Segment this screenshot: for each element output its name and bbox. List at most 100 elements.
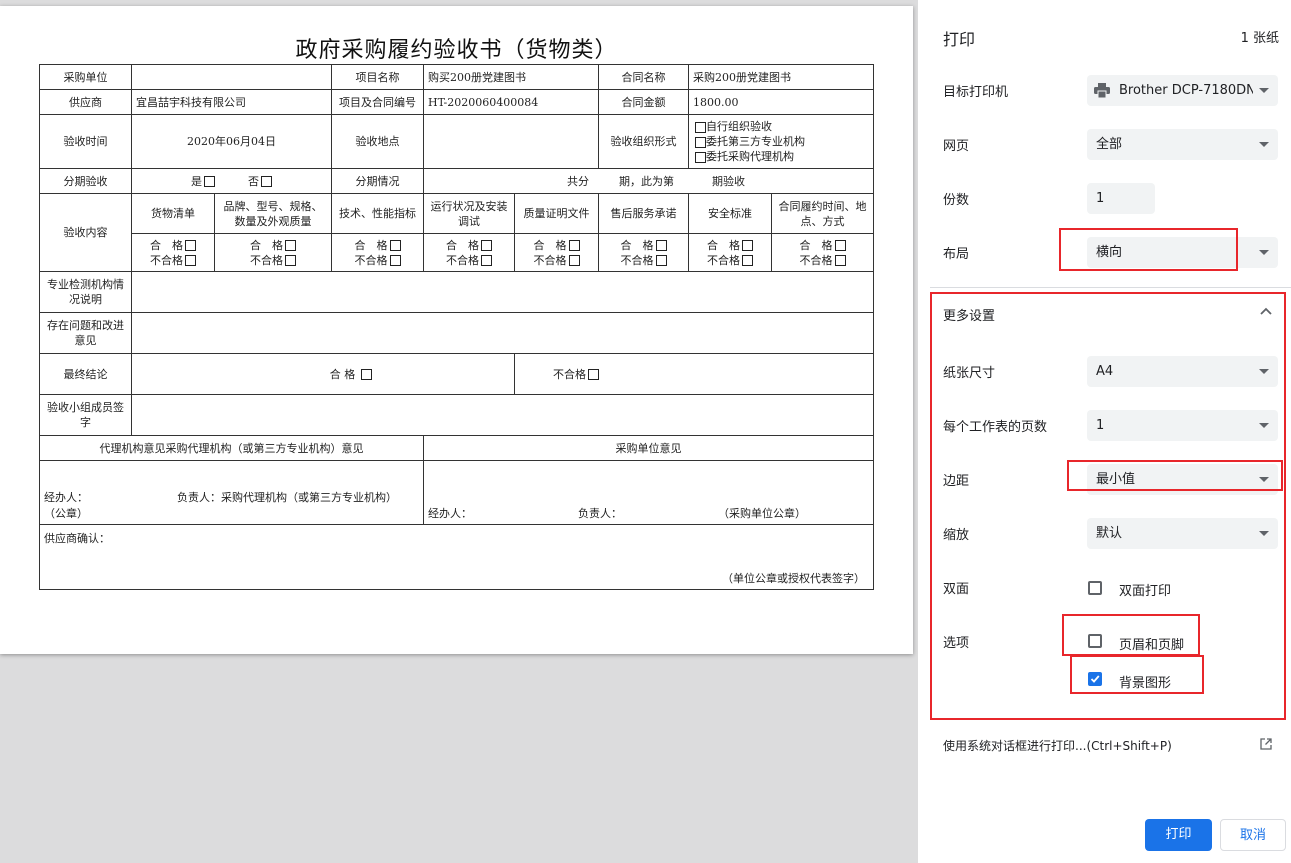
acceptance-form-table: 采购单位 项目名称 购买200册党建图书 合同名称 采购200册党建图书 供应商… [39, 64, 874, 590]
value-members [131, 394, 874, 436]
pass-fail-line: 不合格 [428, 253, 510, 268]
buyer-handler: 经办人： [428, 507, 472, 520]
label-phased-acceptance: 分期验收 [39, 168, 132, 194]
pass-fail-line: 不合格 [336, 253, 419, 268]
print-preview-area: 政府采购履约验收书（货物类） 采购单位 项目名称 购买200册党建图书 合同名称… [0, 0, 918, 863]
pass-fail-line: 合 格 [603, 238, 684, 253]
fail-label: 不合格 [533, 253, 567, 267]
table-row: 供应商 宜昌喆宇科技有限公司 项目及合同编号 HT-2020060400084 … [39, 89, 874, 115]
label-supplier: 供应商 [39, 89, 132, 115]
duplex-label: 双面 [943, 582, 970, 597]
table-row: 验收小组成员签字 [39, 394, 874, 436]
agency-head: 负责人：采购代理机构（或第三方专业机构） [177, 491, 397, 504]
checkbox-icon [695, 121, 706, 133]
value-contract-number: HT-2020060400084 [423, 89, 599, 115]
label-members: 验收小组成员签字 [39, 394, 132, 436]
option-label: 自行组织验收 [706, 120, 772, 133]
value-issues [131, 312, 874, 354]
pass-fail-cell: 合 格不合格 [598, 233, 689, 272]
checkbox-icon [695, 136, 706, 148]
chevron-down-icon [1259, 531, 1269, 536]
margins-select[interactable]: 最小值 [1087, 464, 1278, 495]
label-contract-number: 项目及合同编号 [331, 89, 424, 115]
pass-label: 合 格 [620, 238, 654, 252]
print-button[interactable]: 打印 [1145, 819, 1212, 851]
final-pass: 合 格 [131, 353, 515, 395]
label-final-conclusion: 最终结论 [39, 353, 132, 395]
system-dialog-link[interactable]: 使用系统对话框进行打印...(Ctrl+Shift+P) [943, 737, 1172, 754]
label-acceptance-place: 验收地点 [331, 114, 424, 169]
layout-value: 横向 [1096, 245, 1123, 260]
printer-label: 目标打印机 [943, 85, 1009, 100]
pass-label: 合 格 [150, 238, 183, 252]
checkbox-icon [361, 369, 373, 380]
options-label: 选项 [943, 636, 970, 651]
checkbox-icon [389, 255, 401, 266]
duplex-checkbox[interactable] [1088, 581, 1102, 595]
checkbox-icon [481, 240, 492, 251]
table-row: 分期验收 是 否 分期情况 共分 期，此为第 期验收 [39, 168, 874, 194]
header-footer-checkbox[interactable] [1088, 634, 1102, 648]
fail-label: 不合格 [250, 253, 283, 267]
pages-per-sheet-label: 每个工作表的页数 [943, 420, 1048, 435]
paper-value: A4 [1096, 364, 1114, 379]
divider [930, 287, 1291, 288]
content-header: 售后服务承诺 [598, 193, 689, 234]
final-fail-label: 不合格 [553, 367, 586, 381]
content-header: 货物清单 [131, 193, 215, 234]
fail-label: 不合格 [799, 253, 833, 267]
pages-value: 全部 [1096, 137, 1123, 152]
label-buyer: 采购单位 [39, 64, 132, 90]
supplier-confirm-cell: 供应商确认： （单位公章或授权代表签字） [39, 524, 874, 590]
open-external-icon[interactable] [1260, 738, 1272, 750]
checkbox-icon [285, 240, 296, 251]
value-acceptance-time: 2020年06月04日 [131, 114, 332, 169]
sheet-count: 1 张纸 [1240, 31, 1279, 46]
checkbox-icon [481, 255, 492, 266]
printer-select[interactable]: Brother DCP-7180DN P [1087, 75, 1278, 106]
buyer-stamp: （采购单位公章） [718, 507, 806, 520]
background-graphics-checkbox[interactable] [1088, 672, 1102, 686]
checkbox-icon [568, 240, 580, 251]
label-acceptance-time: 验收时间 [39, 114, 132, 169]
cancel-button[interactable]: 取消 [1220, 819, 1286, 851]
pass-fail-line: 不合格 [219, 253, 327, 268]
option-label: 委托采购代理机构 [706, 150, 794, 163]
table-row: 经办人： （公章） 负责人：采购代理机构（或第三方专业机构） 经办人： 负责人：… [39, 460, 874, 525]
content-header: 品牌、型号、规格、数量及外观质量 [214, 193, 332, 234]
value-acceptance-place [423, 114, 599, 169]
value-project-name: 购买200册党建图书 [423, 64, 599, 90]
scale-select[interactable]: 默认 [1087, 518, 1278, 549]
table-row: 验收时间 2020年06月04日 验收地点 验收组织形式 自行组织验收 委托第三… [39, 114, 874, 169]
table-row: 最终结论 合 格 不合格 [39, 353, 874, 395]
pass-fail-line: 合 格 [136, 238, 210, 253]
background-graphics-label[interactable]: 背景图形 [1119, 672, 1171, 691]
pass-fail-line: 合 格 [693, 238, 767, 253]
pass-label: 合 格 [799, 238, 833, 252]
label-organization-form: 验收组织形式 [598, 114, 689, 169]
checkbox-icon [185, 255, 196, 266]
agency-stamp: （公章） [44, 507, 88, 520]
checkbox-icon [834, 240, 846, 251]
layout-select[interactable]: 横向 [1087, 237, 1278, 268]
pages-per-sheet-select[interactable]: 1 [1087, 410, 1278, 441]
value-buyer [131, 64, 332, 90]
more-settings-toggle[interactable]: 更多设置 [943, 305, 995, 324]
chevron-down-icon [1259, 477, 1269, 482]
fail-label: 不合格 [150, 253, 183, 267]
label-contract-name: 合同名称 [598, 64, 689, 90]
preview-page: 政府采购履约验收书（货物类） 采购单位 项目名称 购买200册党建图书 合同名称… [0, 6, 913, 654]
header-footer-label[interactable]: 页眉和页脚 [1119, 634, 1184, 653]
duplex-option-label[interactable]: 双面打印 [1119, 580, 1171, 599]
copies-input[interactable]: 1 [1087, 183, 1155, 214]
fail-label: 不合格 [620, 253, 654, 267]
chevron-up-icon[interactable] [1260, 307, 1272, 315]
table-row: 采购单位 项目名称 购买200册党建图书 合同名称 采购200册党建图书 [39, 64, 874, 90]
label-phase-info: 分期情况 [331, 168, 424, 194]
option-line: 自行组织验收 [693, 119, 869, 134]
checkbox-icon [655, 240, 667, 251]
paper-select[interactable]: A4 [1087, 356, 1278, 387]
pages-select[interactable]: 全部 [1087, 129, 1278, 160]
checkbox-icon [185, 240, 196, 251]
buyer-head: 负责人： [578, 507, 622, 520]
